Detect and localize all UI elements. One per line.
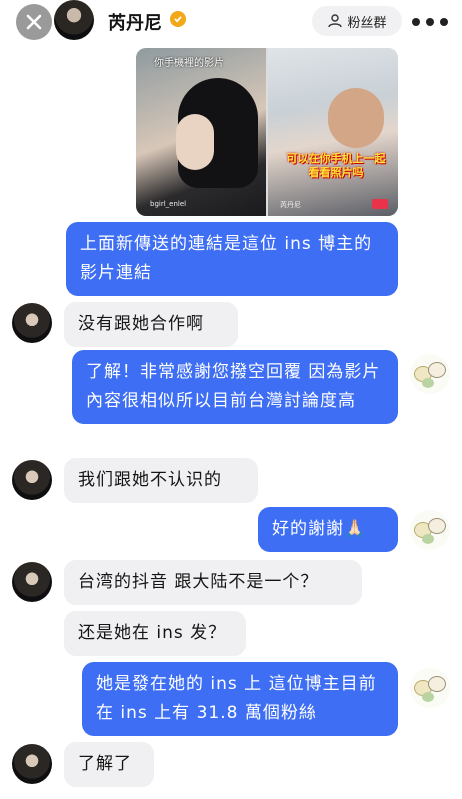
video-caption-left: 你手機裡的影片	[154, 58, 224, 69]
follow-badge	[372, 199, 388, 209]
video-thumbnail-left[interactable]: 你手機裡的影片 bgirl_enlel	[136, 48, 266, 216]
video-thumbnail-right[interactable]: 可以在你手机上一起看看照片吗 芮丹尼	[268, 48, 398, 216]
reaction-sticker-icon[interactable]	[410, 668, 450, 708]
chat-header: 芮丹尼 粉丝群	[0, 0, 462, 44]
close-button[interactable]	[16, 4, 52, 40]
group-icon	[328, 14, 343, 28]
contact-avatar-small[interactable]	[12, 744, 52, 784]
message-bubble-incoming[interactable]: 还是她在 ins 发？	[64, 611, 246, 656]
video-caption-right: 可以在你手机上一起看看照片吗	[286, 152, 386, 179]
contact-avatar-small[interactable]	[12, 460, 52, 500]
message-bubble-outgoing[interactable]: 了解！非常感謝您撥空回覆 因為影片內容很相似所以目前台灣討論度高	[72, 350, 398, 424]
contact-avatar[interactable]	[54, 0, 94, 40]
reaction-sticker-icon[interactable]	[410, 510, 450, 550]
reaction-sticker-icon[interactable]	[410, 354, 450, 394]
message-bubble-outgoing[interactable]: 她是發在她的 ins 上 這位博主目前在 ins 上有 31.8 萬個粉絲	[82, 662, 398, 736]
message-bubble-incoming[interactable]: 我们跟她不认识的	[64, 458, 258, 503]
shared-video-card[interactable]: 你手機裡的影片 bgirl_enlel 可以在你手机上一起看看照片吗 芮丹尼	[136, 48, 398, 216]
contact-avatar-small[interactable]	[12, 562, 52, 602]
message-bubble-incoming[interactable]: 台湾的抖音 跟大陆不是一个？	[64, 560, 362, 605]
contact-name[interactable]: 芮丹尼	[108, 9, 162, 35]
contact-avatar-small[interactable]	[12, 303, 52, 343]
message-bubble-incoming[interactable]: 了解了	[64, 742, 154, 787]
verified-badge-icon	[170, 11, 186, 27]
close-icon	[26, 14, 42, 30]
fans-group-label: 粉丝群	[347, 15, 387, 31]
message-bubble-outgoing[interactable]: 上面新傳送的連結是這位 ins 博主的影片連結	[66, 222, 398, 296]
video-user-right: 芮丹尼	[280, 201, 301, 209]
fans-group-button[interactable]: 粉丝群	[312, 6, 402, 36]
message-bubble-incoming[interactable]: 没有跟她合作啊	[64, 302, 238, 347]
video-user-left: bgirl_enlel	[150, 200, 187, 208]
message-bubble-outgoing[interactable]: 好的謝謝🙏🏻	[258, 507, 398, 552]
more-options-icon[interactable]	[412, 12, 448, 32]
